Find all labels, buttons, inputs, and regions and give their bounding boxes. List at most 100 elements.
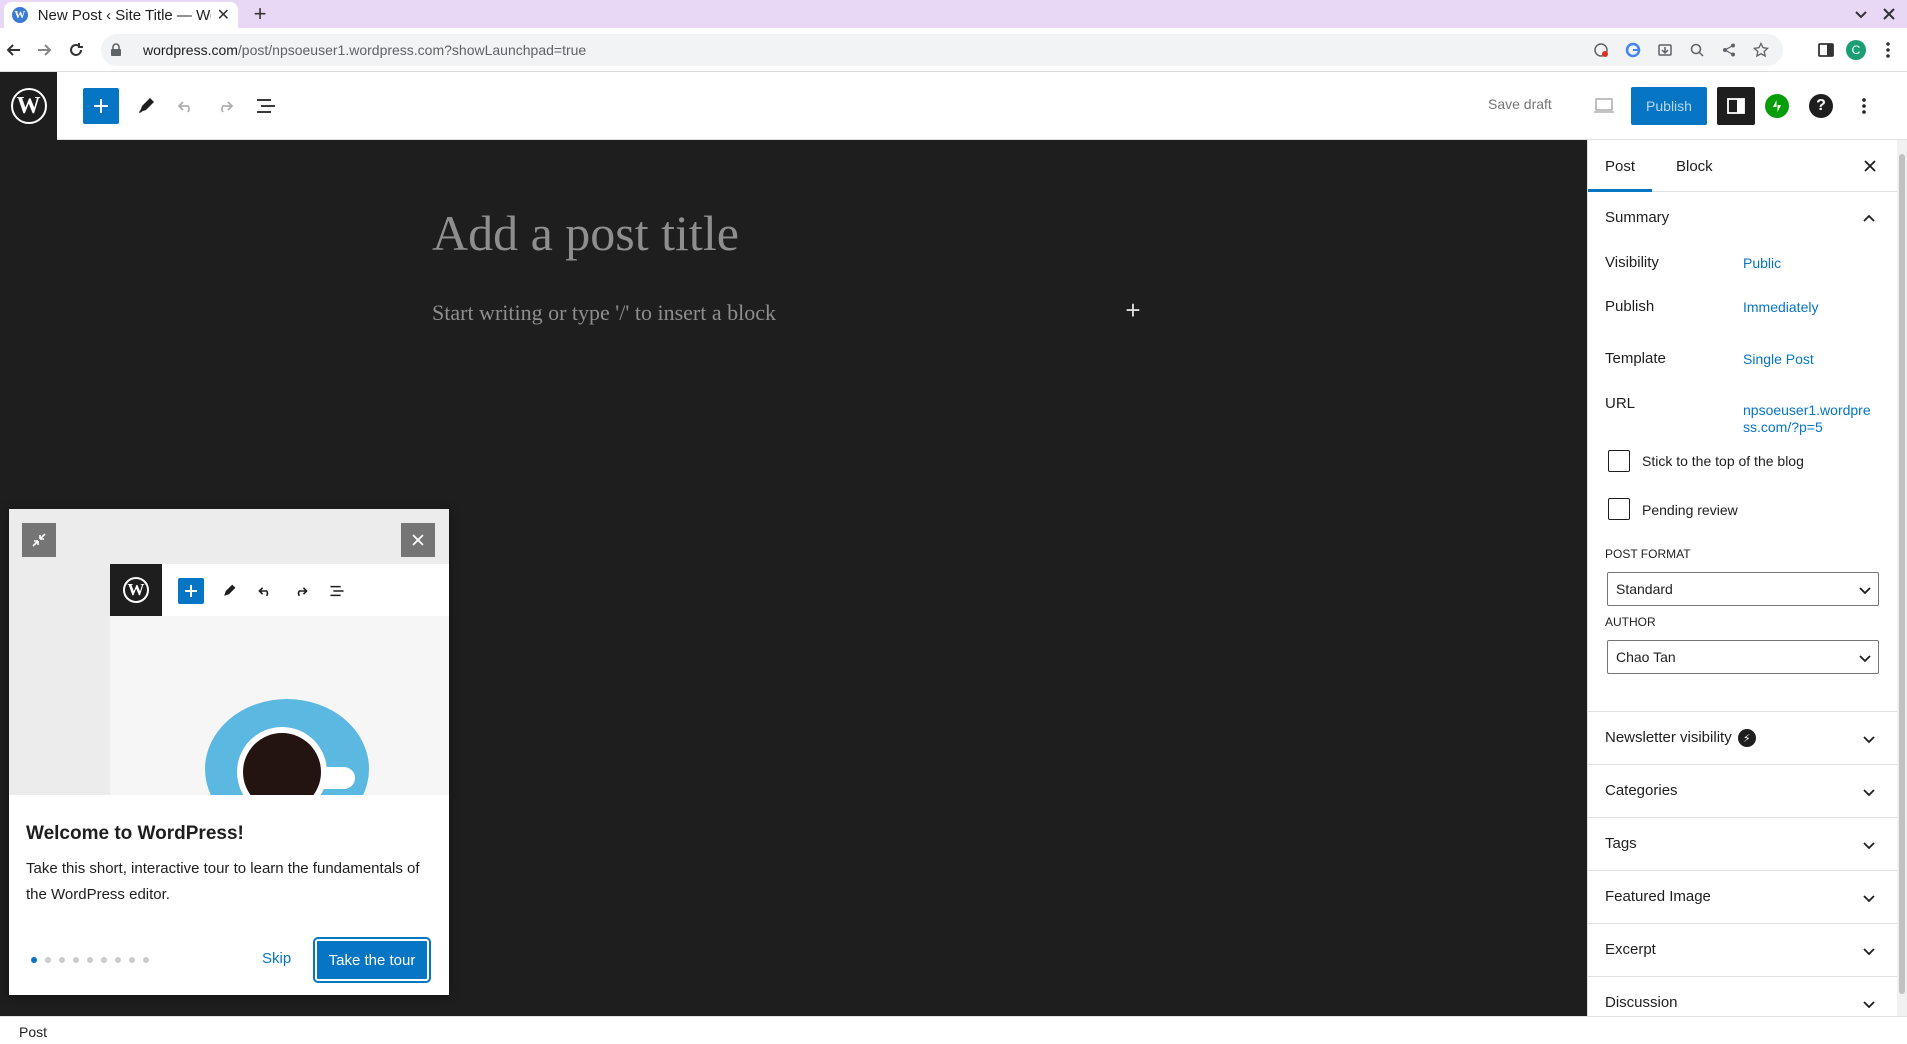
list-view-icon (257, 99, 275, 113)
stick-to-top-label: Stick to the top of the blog (1642, 453, 1804, 469)
sidebar-scrollbar-thumb[interactable] (1899, 154, 1905, 994)
publish-label: Publish (1605, 298, 1655, 315)
new-tab-button[interactable]: + (248, 2, 272, 26)
more-vertical-icon (1862, 98, 1866, 114)
welcome-guide-illustration: W (9, 509, 449, 795)
page-dot[interactable] (101, 957, 107, 963)
jetpack-button[interactable] (1765, 94, 1789, 118)
reload-icon[interactable] (66, 40, 86, 60)
featured-image-heading: Featured Image (1605, 888, 1711, 905)
close-icon (1864, 160, 1876, 172)
chevron-down-icon (1863, 736, 1875, 744)
stick-to-top-checkbox[interactable] (1608, 450, 1630, 472)
address-bar[interactable]: wordpress.com/post/npsoeuser1.wordpress.… (101, 34, 1783, 66)
page-dot[interactable] (45, 957, 51, 963)
author-select[interactable]: Chao Tan (1607, 640, 1879, 674)
close-icon (412, 534, 424, 546)
tools-button[interactable] (128, 88, 164, 124)
featured-image-panel[interactable]: Featured Image (1588, 871, 1897, 924)
publish-date-link[interactable]: Immediately (1743, 299, 1818, 316)
illustration-undo-icon (252, 578, 278, 604)
bookmark-star-icon[interactable] (1751, 40, 1771, 60)
zoom-icon[interactable] (1687, 40, 1707, 60)
profile-avatar[interactable]: C (1842, 36, 1870, 64)
profile-initial: C (1846, 40, 1866, 60)
guide-title: Welcome to WordPress! (26, 823, 244, 844)
side-panel-icon[interactable] (1812, 36, 1840, 64)
page-dot[interactable] (31, 957, 37, 963)
tab-search-chevron-icon[interactable] (1851, 4, 1871, 24)
categories-heading: Categories (1605, 782, 1678, 799)
sidebar-tabs: Post Block (1588, 140, 1897, 192)
block-appender[interactable]: Start writing or type '/' to insert a bl… (432, 300, 776, 326)
sidebar-scrollbar[interactable] (1897, 140, 1907, 1016)
page-dot[interactable] (115, 957, 121, 963)
forward-arrow-icon[interactable] (34, 40, 54, 60)
wordpress-favicon-icon: W (12, 7, 28, 23)
back-arrow-icon[interactable] (4, 40, 24, 60)
publish-button[interactable]: Publish (1631, 87, 1707, 125)
browser-tab[interactable]: W New Post ‹ Site Title — Wo ✕ (4, 2, 238, 28)
chevron-up-icon[interactable] (1862, 212, 1876, 226)
guide-page-indicator (31, 957, 149, 963)
template-link[interactable]: Single Post (1743, 351, 1814, 368)
document-overview-button[interactable] (248, 88, 284, 124)
url-link[interactable]: npsoeuser1.wordpress.com/?p=5 (1743, 402, 1873, 436)
page-dot[interactable] (143, 957, 149, 963)
install-app-icon[interactable] (1655, 40, 1675, 60)
lock-icon[interactable] (109, 43, 123, 57)
window-close-icon[interactable] (1877, 2, 1901, 26)
chevron-down-icon (1863, 895, 1875, 903)
illustration-redo-icon (288, 578, 314, 604)
newsletter-visibility-heading: Newsletter visibility ⚡ (1605, 729, 1756, 748)
undo-icon (177, 101, 190, 113)
redo-icon (221, 101, 234, 113)
page-dot[interactable] (87, 957, 93, 963)
incognito-blocked-icon[interactable] (1591, 40, 1611, 60)
newsletter-visibility-panel[interactable]: Newsletter visibility ⚡ (1588, 712, 1897, 765)
post-title-input[interactable]: Add a post title (432, 204, 739, 262)
post-format-select[interactable]: Standard (1607, 572, 1879, 606)
browser-menu-icon[interactable] (1874, 36, 1902, 64)
save-draft-button[interactable]: Save draft (1488, 96, 1552, 112)
take-the-tour-button[interactable]: Take the tour (313, 937, 431, 983)
undo-button[interactable] (168, 88, 204, 124)
share-icon[interactable] (1719, 40, 1739, 60)
jetpack-bolt-icon (1773, 100, 1781, 112)
excerpt-panel[interactable]: Excerpt (1588, 924, 1897, 977)
editor-footer: Post (0, 1016, 1907, 1044)
illustration-plus-icon (178, 578, 204, 604)
discussion-panel[interactable]: Discussion (1588, 977, 1897, 1016)
url-label: URL (1605, 395, 1636, 412)
discussion-heading: Discussion (1605, 994, 1678, 1011)
categories-panel[interactable]: Categories (1588, 765, 1897, 818)
help-button[interactable]: ? (1809, 94, 1833, 118)
pending-review-checkbox[interactable] (1608, 498, 1630, 520)
welcome-guide-modal: W Welcome to WordPress! Take this short,… (9, 509, 449, 995)
tab-block[interactable]: Block (1659, 140, 1730, 192)
settings-toggle-button[interactable] (1717, 87, 1755, 125)
skip-button[interactable]: Skip (262, 950, 291, 967)
tab-post[interactable]: Post (1588, 140, 1652, 192)
page-dot[interactable] (59, 957, 65, 963)
breadcrumb[interactable]: Post (19, 1024, 47, 1040)
summary-heading[interactable]: Summary (1605, 209, 1669, 226)
options-menu-button[interactable] (1846, 88, 1882, 124)
close-guide-button[interactable] (401, 523, 435, 557)
page-dot[interactable] (73, 957, 79, 963)
tab-close-icon[interactable]: ✕ (217, 5, 230, 25)
preview-button[interactable] (1586, 88, 1622, 124)
google-icon[interactable] (1623, 40, 1643, 60)
redo-button[interactable] (207, 88, 243, 124)
guide-description: Take this short, interactive tour to lea… (26, 860, 420, 903)
page-dot[interactable] (129, 957, 135, 963)
minimize-guide-button[interactable] (22, 523, 56, 557)
illustration-toolbar: W (110, 564, 449, 616)
visibility-value-link[interactable]: Public (1743, 255, 1781, 272)
add-block-plus-icon[interactable]: + (1123, 297, 1143, 323)
wordpress-logo-button[interactable]: W (0, 72, 57, 140)
close-sidebar-button[interactable] (1860, 156, 1880, 176)
sidebar-settings-icon (1727, 98, 1745, 114)
tags-panel[interactable]: Tags (1588, 818, 1897, 871)
block-inserter-button[interactable] (83, 88, 119, 124)
